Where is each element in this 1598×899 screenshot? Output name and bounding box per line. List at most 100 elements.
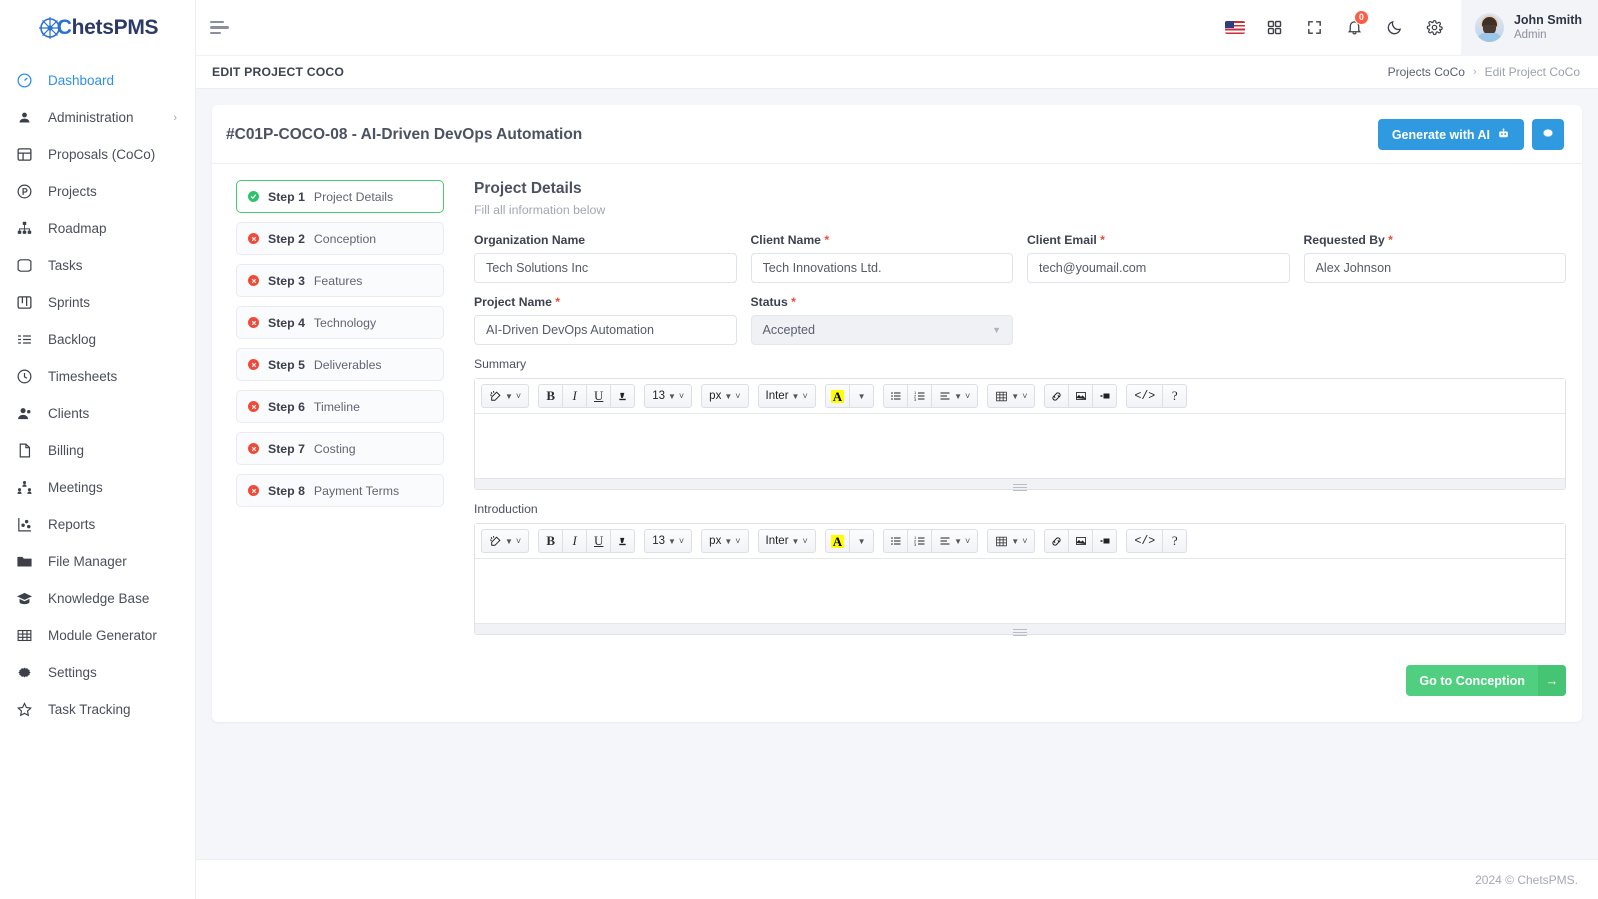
step-item-7[interactable]: Step 7 Costing [236, 432, 444, 465]
align-button[interactable]: ▼ ˅ [931, 384, 979, 408]
link-button[interactable] [1044, 384, 1070, 408]
requested-by-input[interactable] [1303, 253, 1566, 283]
grid-apps-icon[interactable] [1255, 0, 1295, 56]
size-unit-select[interactable]: px ▼ ˅ [701, 384, 749, 408]
font-family-select[interactable]: Inter ▼ ˅ [757, 529, 816, 553]
table-button[interactable]: ▼ ˅ [987, 384, 1036, 408]
step-item-2[interactable]: Step 2 Conception [236, 222, 444, 255]
form-row-1: Organization Name Client Name * Client E… [474, 233, 1566, 283]
help-button[interactable]: ? [1162, 529, 1188, 553]
help-button[interactable]: ? [1162, 384, 1188, 408]
step-item-1[interactable]: Step 1 Project Details [236, 180, 444, 213]
introduction-editor[interactable]: ▼ ˅ B I U 13 ▼ ˅ px ▼ ˅ Inter ▼ ˅ A ▼ 1 … [474, 523, 1566, 635]
introduction-resize-handle[interactable] [475, 623, 1565, 634]
align-button[interactable]: ▼ ˅ [931, 529, 979, 553]
font-size-select[interactable]: 13 ▼ ˅ [644, 384, 693, 408]
sidebar-item-roadmap[interactable]: Roadmap [0, 210, 195, 247]
unordered-list-button[interactable] [883, 384, 909, 408]
text-highlight-button[interactable]: A [824, 529, 851, 553]
field-status: Status * Accepted ▼ [750, 295, 1013, 345]
moon-icon[interactable] [1375, 0, 1415, 56]
highlight-color-dropdown[interactable]: ▼ [849, 384, 875, 408]
sidebar-item-clients[interactable]: Clients [0, 395, 195, 432]
sidebar-item-reports[interactable]: Reports [0, 506, 195, 543]
sidebar-item-administration[interactable]: Administration › [0, 99, 195, 136]
step-number: Step 2 [268, 231, 305, 246]
sidebar-item-module-generator[interactable]: Module Generator [0, 617, 195, 654]
step-item-8[interactable]: Step 8 Payment Terms [236, 474, 444, 507]
magic-style-icon[interactable]: ▼ ˅ [481, 529, 530, 553]
user-menu[interactable]: John Smith Admin [1460, 0, 1598, 56]
sidebar-item-meetings[interactable]: Meetings [0, 469, 195, 506]
sidebar-item-file-manager[interactable]: File Manager [0, 543, 195, 580]
page-header-bar: EDIT PROJECT COCO Projects CoCo › Edit P… [196, 56, 1598, 89]
breadcrumb-parent[interactable]: Projects CoCo [1388, 65, 1465, 79]
size-unit-select[interactable]: px ▼ ˅ [701, 529, 749, 553]
introduction-editor-body[interactable] [475, 559, 1565, 623]
client-email-input[interactable] [1027, 253, 1290, 283]
step-item-5[interactable]: Step 5 Deliverables [236, 348, 444, 381]
generate-with-ai-button[interactable]: Generate with AI [1377, 119, 1524, 150]
text-highlight-button[interactable]: A [824, 384, 851, 408]
highlight-color-dropdown[interactable]: ▼ [849, 529, 875, 553]
italic-button[interactable]: I [562, 384, 588, 408]
ordered-list-button[interactable]: 123 [907, 529, 933, 553]
underline-button[interactable]: U [586, 529, 612, 553]
font-family-select[interactable]: Inter ▼ ˅ [757, 384, 816, 408]
sidebar-item-backlog[interactable]: Backlog [0, 321, 195, 358]
link-button[interactable] [1044, 529, 1070, 553]
clear-format-button[interactable] [610, 529, 636, 553]
ordered-list-button[interactable]: 123 [907, 384, 933, 408]
sidebar-item-task-tracking[interactable]: Task Tracking [0, 691, 195, 728]
step-number: Step 4 [268, 315, 305, 330]
go-to-conception-button[interactable]: Go to Conception → [1406, 665, 1566, 696]
code-view-button[interactable]: </> [1126, 384, 1164, 408]
code-view-button[interactable]: </> [1126, 529, 1164, 553]
font-size-select[interactable]: 13 ▼ ˅ [644, 529, 693, 553]
card-settings-button[interactable] [1532, 119, 1564, 150]
sidebar-item-tasks[interactable]: Tasks [0, 247, 195, 284]
step-item-6[interactable]: Step 6 Timeline [236, 390, 444, 423]
italic-button[interactable]: I [562, 529, 588, 553]
organization-name-input[interactable] [474, 253, 737, 283]
bell-icon[interactable]: 0 [1335, 0, 1375, 56]
fullscreen-icon[interactable] [1295, 0, 1335, 56]
sidebar-item-projects[interactable]: Projects [0, 173, 195, 210]
sidebar-item-proposals[interactable]: Proposals (CoCo) [0, 136, 195, 173]
bold-button[interactable]: B [538, 529, 564, 553]
sidebar-item-knowledge-base[interactable]: Knowledge Base [0, 580, 195, 617]
sidebar-item-settings[interactable]: Settings [0, 654, 195, 691]
chets-logo-icon [37, 15, 63, 41]
sidebar-item-label: Projects [48, 184, 97, 199]
summary-resize-handle[interactable] [475, 478, 1565, 489]
underline-button[interactable]: U [586, 384, 612, 408]
project-name-input[interactable] [474, 315, 737, 345]
table-button[interactable]: ▼ ˅ [987, 529, 1036, 553]
video-button[interactable] [1092, 384, 1118, 408]
step-item-4[interactable]: Step 4 Technology [236, 306, 444, 339]
sidebar-item-timesheets[interactable]: Timesheets [0, 358, 195, 395]
us-flag-icon[interactable] [1215, 0, 1255, 56]
field-label: Client Email * [1027, 233, 1105, 247]
user-meta: John Smith Admin [1514, 13, 1582, 43]
status-select[interactable]: Accepted ▼ [750, 315, 1013, 345]
image-button[interactable] [1068, 529, 1094, 553]
image-button[interactable] [1068, 384, 1094, 408]
sidebar-item-dashboard[interactable]: Dashboard [0, 62, 195, 99]
sidebar-item-billing[interactable]: Billing [0, 432, 195, 469]
video-button[interactable] [1092, 529, 1118, 553]
summary-editor[interactable]: ▼ ˅ B I U 13 ▼ ˅ px ▼ ˅ Inter ▼ ˅ A ▼ 1 … [474, 378, 1566, 490]
sidebar-item-sprints[interactable]: Sprints [0, 284, 195, 321]
clear-format-button[interactable] [610, 384, 636, 408]
user-name: John Smith [1513, 12, 1582, 27]
brand-logo-area[interactable]: ChetsPMS [0, 0, 195, 56]
step-item-3[interactable]: Step 3 Features [236, 264, 444, 297]
summary-editor-body[interactable] [475, 414, 1565, 478]
client-name-input[interactable] [750, 253, 1013, 283]
bold-button[interactable]: B [538, 384, 564, 408]
unordered-list-button[interactable] [883, 529, 909, 553]
magic-style-icon[interactable]: ▼ ˅ [481, 384, 530, 408]
sidebar-item-label: Administration [48, 110, 134, 125]
gear-icon[interactable] [1415, 0, 1455, 56]
hamburger-icon[interactable] [210, 11, 244, 45]
